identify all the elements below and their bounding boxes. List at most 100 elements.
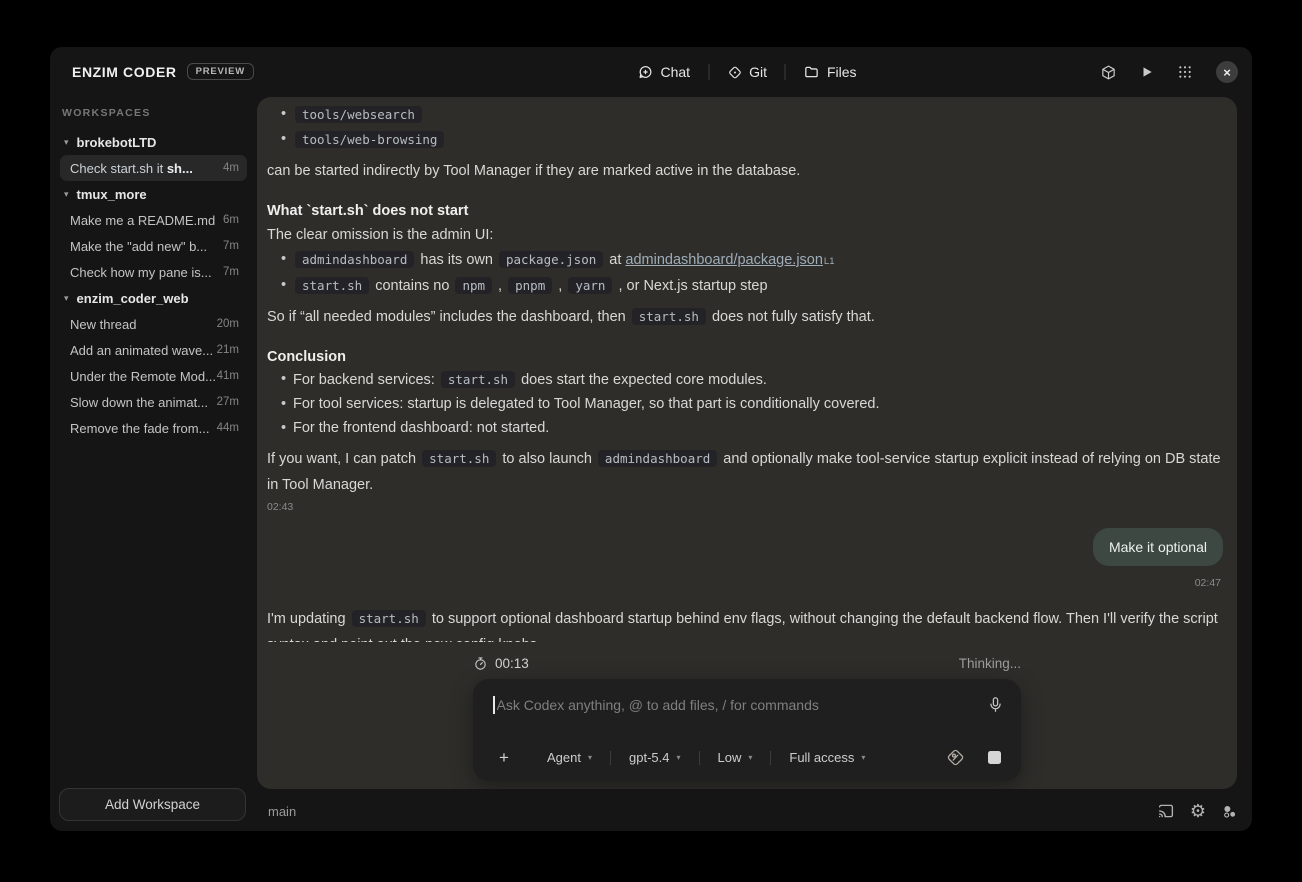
inline-code: start.sh (295, 277, 369, 294)
app-window: ENZIM CODER PREVIEW Chat Git Files × (50, 47, 1252, 831)
bullet-list: admindashboard has its own package.json … (267, 248, 1223, 298)
workspaces-heading: WORKSPACES (62, 107, 247, 119)
timer-value: 00:13 (495, 656, 529, 671)
bullet-item: start.sh contains no npm , pnpm , yarn ,… (267, 274, 1223, 298)
message-timestamp: 02:43 (267, 500, 1223, 514)
dropdown-agent[interactable]: Agent ▾ (547, 750, 592, 765)
dropdown-label: Agent (547, 750, 581, 765)
sidebar: WORKSPACES ▾ brokebotLTD Check start.sh it… (50, 97, 257, 831)
thread-timestamp: 44m (217, 422, 239, 434)
thread-title: Slow down the animat... (70, 395, 208, 410)
chat-transcript[interactable]: tools/websearchtools/web-browsing can be… (257, 97, 1237, 642)
user-message-row: Make it optional 02:47 (267, 528, 1223, 596)
thread-item[interactable]: Slow down the animat... 27m (60, 389, 247, 415)
microphone-button[interactable] (987, 695, 1004, 719)
text-run: So if “all needed modules” includes the … (267, 309, 630, 325)
bullet-item: For the frontend dashboard: not started. (267, 417, 1223, 440)
paragraph: The clear omission is the admin UI: (267, 222, 1223, 248)
tab-git[interactable]: Git (727, 64, 767, 80)
inline-code: pnpm (508, 277, 552, 294)
paragraph: If you want, I can patch start.sh to als… (267, 446, 1223, 498)
toolbar-divider (770, 751, 771, 765)
status-icons: ⚙ (1157, 801, 1238, 821)
inline-code: start.sh (422, 450, 496, 467)
thread-item[interactable]: Check start.sh it sh...4m (60, 155, 247, 181)
git-diamond-icon (727, 65, 742, 80)
tab-divider (708, 64, 709, 80)
dropdown-label: gpt-5.4 (629, 750, 669, 765)
chevron-down-icon: ▾ (64, 137, 69, 148)
chevron-down-icon: ▾ (676, 753, 680, 762)
chat-bubble-plus-icon (637, 64, 653, 80)
composer[interactable]: Ask Codex anything, @ to add files, / fo… (473, 679, 1021, 781)
thread-item[interactable]: New thread20m (60, 311, 247, 337)
thread-item[interactable]: Add an animated wave...21m (60, 337, 247, 363)
section-heading: Conclusion (267, 346, 1223, 368)
dropdown-gpt-5-4[interactable]: gpt-5.4 ▾ (629, 750, 681, 765)
paragraph: can be started indirectly by Tool Manage… (267, 158, 1223, 184)
tab-chat-label: Chat (660, 64, 690, 80)
thread-title: Make me a README.md (70, 213, 215, 228)
text-run: I'm updating (267, 611, 350, 627)
tab-chat[interactable]: Chat (637, 64, 690, 80)
accounts-icon[interactable] (1221, 803, 1238, 820)
text-run: has its own (416, 252, 497, 268)
thread-title: Remove the fade from... (70, 421, 209, 436)
stopwatch-icon (473, 656, 488, 671)
link-reference: L1 (824, 256, 835, 267)
section-heading: What `start.sh` does not start (267, 200, 1223, 222)
thread-item[interactable]: Make me a README.md6m (60, 207, 247, 233)
thinking-status: Thinking... (959, 656, 1021, 671)
workspace-group-header[interactable]: ▾enzim_coder_web (60, 285, 247, 311)
text-run: , (494, 278, 506, 294)
dropdown-label: Low (718, 750, 742, 765)
thread-title: New thread (70, 317, 136, 332)
bullet-item: admindashboard has its own package.json … (267, 248, 1223, 273)
package-icon[interactable] (1100, 64, 1117, 81)
file-link[interactable]: admindashboard/package.json (625, 252, 823, 268)
workspace-name: brokebotLTD (77, 135, 157, 150)
thread-title: Add an animated wave... (70, 343, 213, 358)
chevron-down-icon: ▾ (588, 753, 592, 762)
text-run: , (554, 278, 566, 294)
chevron-down-icon: ▾ (748, 753, 752, 762)
play-icon[interactable] (1140, 65, 1154, 79)
text-run: For tool services: startup is delegated … (293, 396, 880, 412)
message-input[interactable]: Ask Codex anything, @ to add files, / fo… (493, 696, 975, 714)
dropdown-low[interactable]: Low ▾ (718, 750, 753, 765)
diff-button[interactable] (945, 747, 966, 768)
topbar-tabs: Chat Git Files (637, 47, 856, 97)
cast-icon[interactable] (1157, 802, 1175, 820)
inline-code: tools/web-browsing (295, 131, 444, 148)
brand-row: ENZIM CODER PREVIEW (72, 63, 254, 80)
settings-gear-icon[interactable]: ⚙ (1190, 801, 1206, 821)
add-workspace-button[interactable]: Add Workspace (59, 788, 246, 821)
paragraph: So if “all needed modules” includes the … (267, 304, 1223, 330)
branch-label: main (268, 804, 296, 819)
thread-item[interactable]: Under the Remote Mod...41m (60, 363, 247, 389)
thread-item[interactable]: Check how my pane is...7m (60, 259, 247, 285)
stop-button[interactable] (988, 751, 1001, 764)
text-run: If you want, I can patch (267, 451, 420, 467)
topbar-icons: × (1100, 47, 1238, 97)
text-run: For backend services: (293, 372, 439, 388)
text-run: to also launch (498, 451, 596, 467)
workspace-group-header[interactable]: ▾ brokebotLTD (60, 129, 247, 155)
dropdown-label: Full access (789, 750, 854, 765)
grid-icon[interactable] (1177, 64, 1193, 80)
thread-item[interactable]: Remove the fade from... 44m (60, 415, 247, 441)
input-placeholder: Ask Codex anything, @ to add files, / fo… (497, 697, 819, 713)
inline-code: start.sh (441, 371, 515, 388)
tab-files[interactable]: Files (804, 64, 857, 80)
paragraph: I'm updating start.sh to support optiona… (267, 606, 1223, 642)
inline-code: npm (455, 277, 492, 294)
workspace-group-header[interactable]: ▾tmux_more (60, 181, 247, 207)
dropdown-full-access[interactable]: Full access▾ (789, 750, 865, 765)
close-icon[interactable]: × (1216, 61, 1238, 83)
thread-item[interactable]: Make the "add new" b...7m (60, 233, 247, 259)
preview-badge: PREVIEW (187, 63, 254, 80)
timer-row: 00:13 Thinking... (473, 656, 1021, 671)
attach-button[interactable]: + (493, 748, 515, 768)
thread-timestamp: 27m (217, 396, 239, 408)
chat-panel: tools/websearchtools/web-browsing can be… (257, 97, 1237, 789)
